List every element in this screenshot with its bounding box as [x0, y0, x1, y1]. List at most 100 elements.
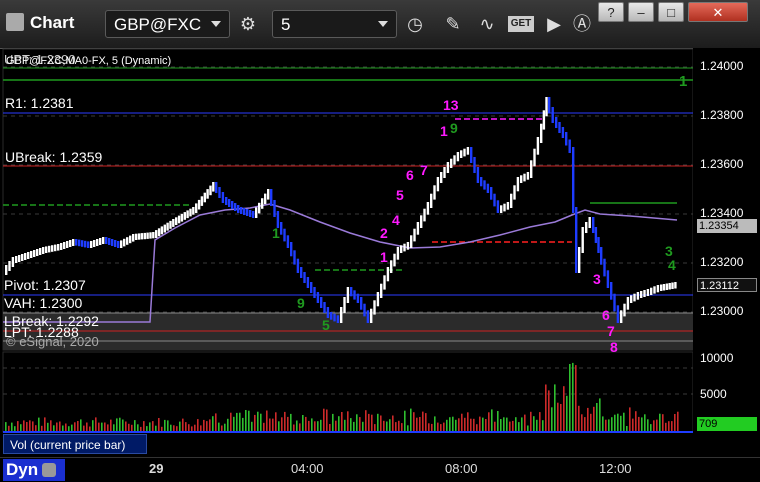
price-bar: [255, 207, 258, 218]
volume-baseline: [3, 431, 693, 433]
volume-bar: [140, 426, 142, 431]
price-bar: [646, 289, 650, 296]
volume-bar: [650, 424, 652, 431]
volume-bar: [356, 414, 358, 431]
volume-bar: [191, 426, 193, 431]
svg-text:5: 5: [322, 317, 330, 333]
price-bar: [48, 245, 51, 253]
volume-bar: [26, 422, 28, 431]
price-bar: [513, 185, 516, 200]
volume-bar: [365, 410, 367, 431]
price-bar: [523, 173, 526, 182]
volume-bar: [389, 419, 391, 431]
price-bar: [296, 258, 300, 273]
price-bar: [633, 293, 636, 302]
price-bar: [270, 189, 273, 206]
price-bar: [530, 160, 533, 178]
price-bar: [228, 199, 231, 207]
volume-bar: [590, 413, 592, 431]
price-bar: [333, 313, 336, 322]
volume-bar: [581, 414, 583, 431]
dyn-button[interactable]: Dyn: [3, 459, 65, 481]
price-bar: [423, 208, 426, 222]
volume-bar: [182, 418, 184, 431]
price-bar: [443, 167, 446, 178]
price-bar: [506, 202, 510, 210]
price-bar: [336, 315, 340, 323]
volume-bar: [233, 416, 235, 431]
price-bar: [137, 233, 141, 240]
volume-study-label[interactable]: Vol (current price bar): [3, 434, 147, 454]
price-bar: [280, 222, 283, 235]
volume-bar: [317, 421, 319, 431]
price-bar: [237, 205, 240, 213]
price-bar: [215, 182, 218, 193]
price-bar: [493, 193, 496, 207]
price-bar: [380, 283, 383, 298]
price-bar: [516, 177, 520, 192]
volume-bar: [416, 417, 418, 431]
volume-bar: [521, 417, 523, 431]
time-label: 29: [149, 461, 164, 476]
volume-bar: [332, 413, 334, 431]
svg-text:6: 6: [602, 307, 610, 323]
price-bar: [536, 137, 540, 155]
price-bar: [183, 212, 186, 220]
price-bar: [396, 247, 400, 260]
time-label: 04:00: [291, 461, 324, 476]
volume-bar: [170, 424, 172, 431]
volume-bar: [284, 411, 286, 431]
volume-bar: [248, 410, 250, 431]
price-bar: [45, 246, 48, 253]
volume-bar: [59, 421, 61, 431]
price-bar: [54, 244, 57, 252]
volume-bar: [344, 419, 346, 431]
volume-bar: [326, 409, 328, 431]
price-bar: [356, 293, 360, 303]
price-bar: [551, 107, 554, 123]
price-bar: [172, 219, 175, 227]
price-bar: [303, 272, 306, 283]
price-bar: [555, 117, 558, 128]
volume-bar: [74, 422, 76, 431]
volume-bar: [212, 416, 214, 431]
volume-bar: [89, 426, 91, 431]
volume-bar: [422, 411, 424, 431]
price-bar: [366, 310, 370, 323]
volume-bar: [65, 423, 67, 431]
price-bar: [126, 237, 129, 245]
time-axis: [0, 457, 760, 482]
price-bar: [623, 303, 626, 317]
price-bar: [558, 122, 561, 133]
volume-bar: [83, 425, 85, 431]
volume-bar: [77, 421, 79, 431]
price-bar: [542, 110, 546, 130]
volume-bar: [392, 415, 394, 431]
price-chart[interactable]: 13 1 6 7 5 4 2 1 3 6 7 8 9 9 1 5 3 4 1.2…: [0, 0, 760, 481]
volume-bar: [17, 421, 19, 431]
volume-bar: [503, 417, 505, 431]
price-bar: [480, 177, 483, 187]
price-bar: [209, 185, 212, 196]
volume-bar: [185, 422, 187, 431]
ma-caption: GBP@FXC,MA0-FX, 5 (Dynamic): [6, 55, 172, 67]
volume-tick-label: 5000: [700, 387, 727, 401]
volume-bar: [647, 419, 649, 431]
volume-bar: [143, 421, 145, 431]
price-bar: [273, 200, 276, 217]
price-bar: [613, 293, 616, 312]
volume-bar: [512, 420, 514, 431]
price-tick-label: 1.23400: [700, 206, 744, 220]
volume-bar: [359, 417, 361, 431]
volume-bar: [320, 419, 322, 431]
volume-bar: [383, 420, 385, 431]
dyn-label: Dyn: [6, 460, 39, 479]
price-bar: [108, 238, 111, 245]
svg-text:2: 2: [380, 225, 388, 241]
volume-bar: [407, 425, 409, 431]
volume-bar: [551, 407, 553, 431]
volume-bar: [119, 417, 121, 431]
last-price-tag: 1.23112: [697, 278, 757, 292]
volume-bar: [110, 419, 112, 431]
volume-bar: [200, 425, 202, 431]
